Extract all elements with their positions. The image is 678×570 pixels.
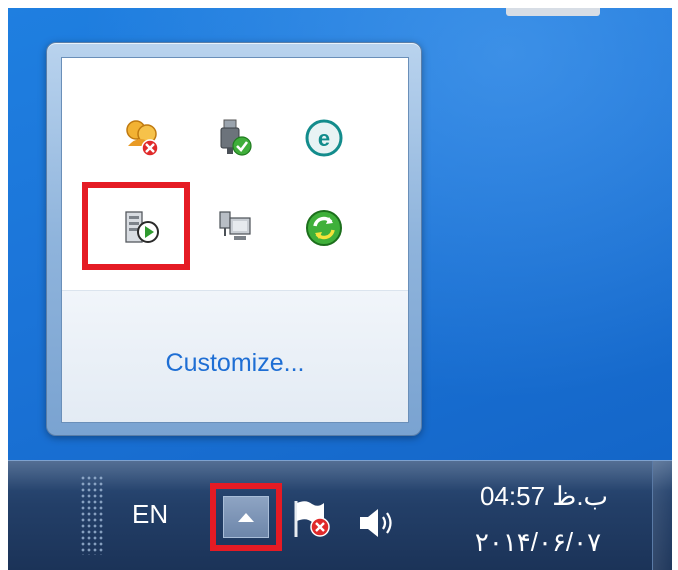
action-center-flag-icon[interactable]	[290, 497, 334, 547]
chevron-up-icon	[223, 496, 269, 538]
taskbar: EN ب.ظ 04:57 ۲۰۱۴/۰۶/۰۷	[8, 460, 673, 570]
customize-link[interactable]: Customize...	[62, 349, 408, 378]
clock-date[interactable]: ۲۰۱۴/۰۶/۰۷	[448, 527, 628, 558]
notification-overflow-flyout: e Customize...	[46, 42, 422, 436]
sync-update-icon[interactable]	[296, 200, 352, 256]
svg-text:e: e	[318, 126, 330, 151]
flyout-footer: Customize...	[62, 290, 408, 422]
security-alert-icon[interactable]	[114, 110, 170, 166]
selected-icon-highlight	[82, 182, 190, 270]
hidden-icons-area: e	[62, 58, 408, 290]
eset-antivirus-icon[interactable]: e	[296, 110, 352, 166]
taskbar-grip-handle[interactable]	[80, 475, 104, 555]
safely-remove-hardware-icon[interactable]	[206, 110, 262, 166]
clock-time[interactable]: ب.ظ 04:57	[464, 481, 624, 512]
network-connection-icon[interactable]	[206, 200, 262, 256]
flyout-panel: e Customize...	[61, 57, 409, 423]
show-desktop-button[interactable]	[652, 461, 673, 570]
volume-speaker-icon[interactable]	[356, 505, 400, 545]
window-edge-strip	[506, 8, 600, 16]
language-indicator[interactable]: EN	[132, 499, 168, 530]
show-hidden-icons-button[interactable]	[210, 483, 282, 551]
